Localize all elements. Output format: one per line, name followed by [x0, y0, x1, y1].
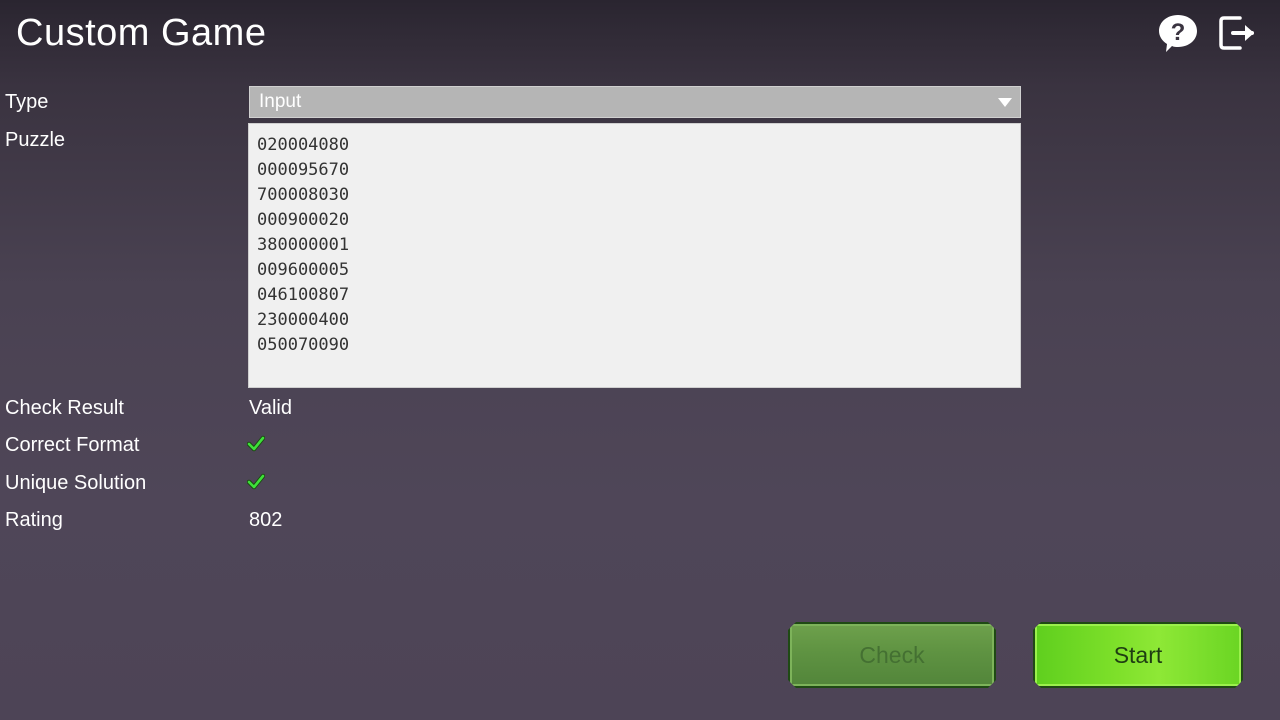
check-result-label: Check Result	[5, 397, 124, 419]
start-button-label: Start	[1113, 641, 1163, 668]
start-button[interactable]: Start	[1033, 622, 1243, 688]
exit-icon[interactable]	[1216, 12, 1260, 54]
type-select[interactable]: Input	[249, 86, 1021, 118]
type-label: Type	[5, 91, 49, 113]
check-mark-icon	[247, 435, 265, 452]
puzzle-label: Puzzle	[5, 129, 66, 151]
svg-text:?: ?	[1171, 19, 1186, 46]
check-button[interactable]: Check	[788, 622, 996, 688]
check-result-value: Valid	[249, 397, 292, 419]
rating-value: 802	[249, 509, 283, 531]
rating-label: Rating	[5, 509, 63, 531]
correct-format-label: Correct Format	[5, 434, 140, 456]
puzzle-input[interactable]: 020004080 000095670 700008030 000900020 …	[248, 123, 1021, 388]
type-select-value: Input	[259, 91, 302, 112]
page-title: Custom Game	[16, 12, 267, 54]
check-mark-icon	[247, 473, 265, 490]
check-button-label: Check	[859, 641, 925, 668]
top-toolbar: ?	[1156, 12, 1260, 54]
help-icon[interactable]: ?	[1156, 12, 1200, 54]
chevron-down-icon	[998, 98, 1012, 107]
unique-solution-label: Unique Solution	[5, 472, 147, 494]
